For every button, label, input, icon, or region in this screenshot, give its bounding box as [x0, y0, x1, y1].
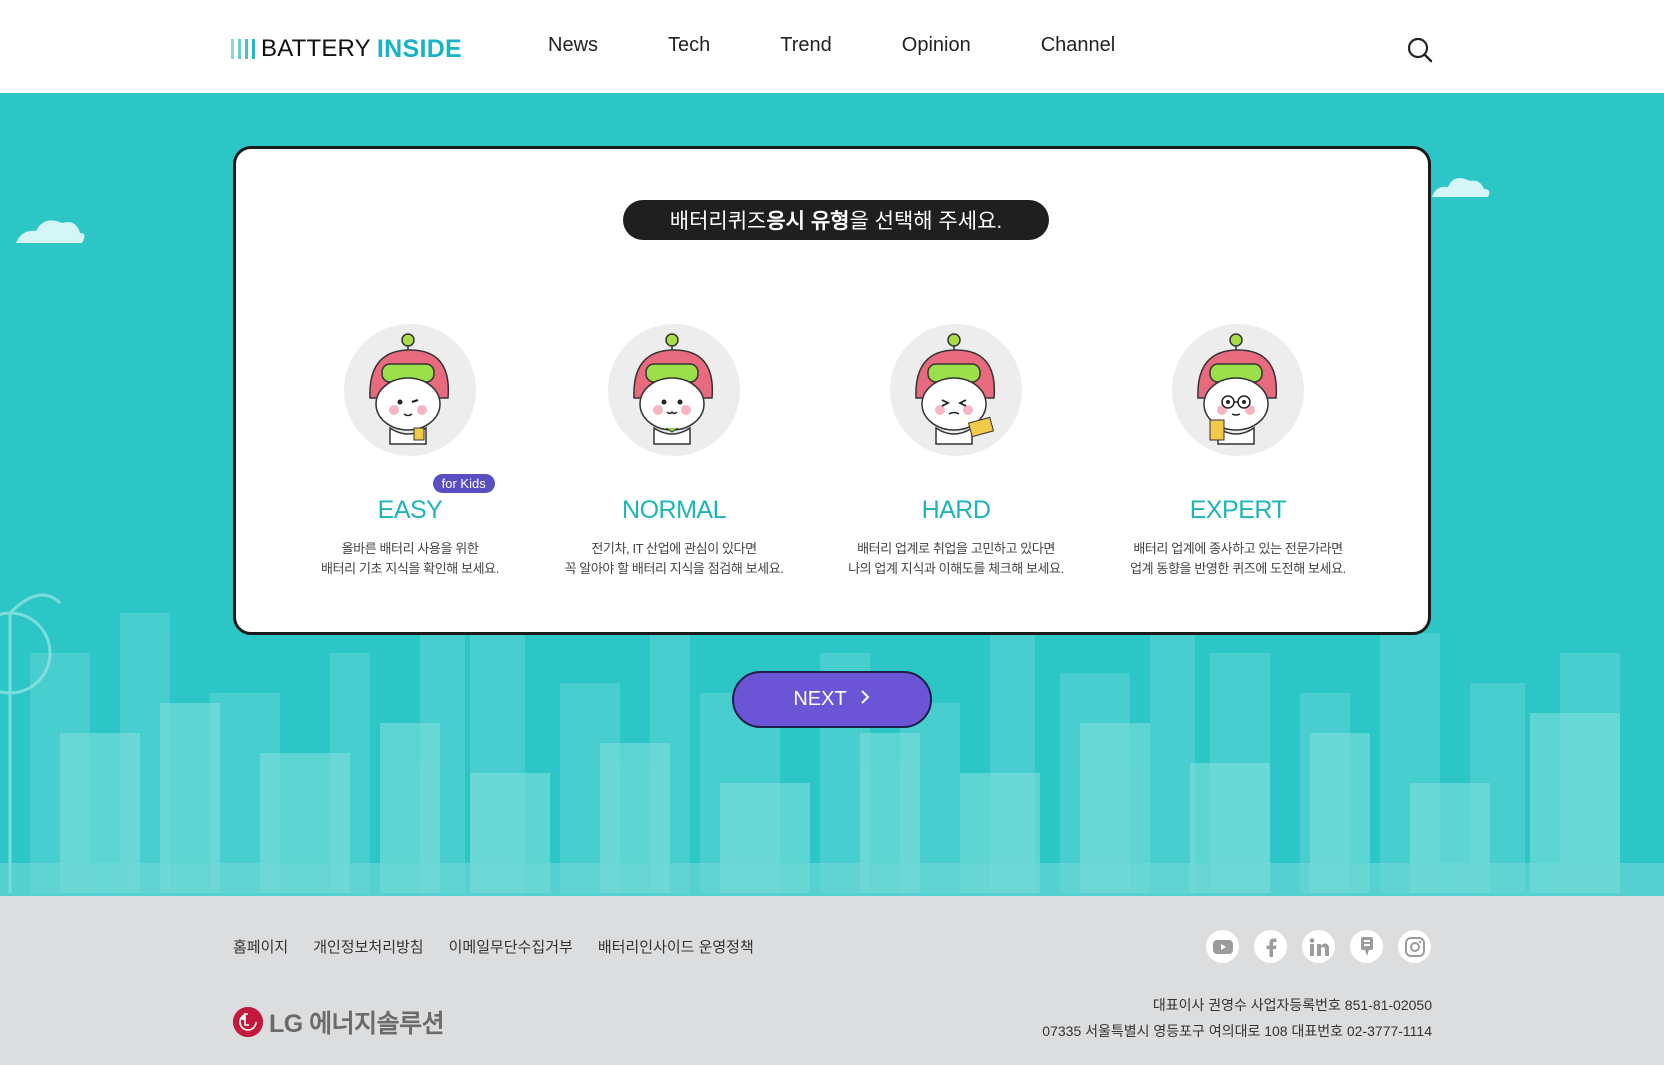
option-expert-desc: 배터리 업계에 종사하고 있는 전문가라면 업계 동향을 반영한 퀴즈에 도전해…	[1108, 539, 1368, 579]
option-expert[interactable]: EXPERT 배터리 업계에 종사하고 있는 전문가라면 업계 동향을 반영한 …	[1108, 324, 1368, 579]
social-links	[1206, 930, 1431, 963]
instagram-icon[interactable]	[1398, 930, 1431, 963]
normal-desc-line2: 꼭 알아야 할 배터리 지식을 점검해 보세요.	[564, 561, 784, 576]
quiz-type-card: 배터리퀴즈 응시 유형 을 선택해 주세요. EASY for Kids 올바른 …	[233, 146, 1431, 635]
option-normal[interactable]: NORMAL 전기차, IT 산업에 관심이 있다면 꼭 알아야 할 배터리 지…	[544, 324, 804, 579]
easy-character-icon	[344, 324, 476, 456]
company-info-line1: 대표이사 권영수 사업자등록번호 851-81-02050	[1152, 997, 1432, 1013]
option-easy[interactable]: EASY for Kids 올바른 배터리 사용을 위한 배터리 기초 지식을 …	[280, 324, 540, 579]
hard-character-icon	[890, 324, 1022, 456]
nav-channel[interactable]: Channel	[1041, 34, 1116, 57]
nav-tech[interactable]: Tech	[668, 34, 710, 57]
footer-link-homepage[interactable]: 홈페이지	[233, 936, 288, 957]
option-hard-title: HARD	[921, 496, 991, 524]
prompt-text-before: 배터리퀴즈	[669, 210, 767, 233]
chevron-right-icon	[859, 688, 871, 711]
site-footer: 홈페이지 개인정보처리방침 이메일무단수집거부 배터리인사이드 운영정책 LG …	[0, 896, 1664, 1065]
footer-link-privacy[interactable]: 개인정보처리방침	[313, 936, 423, 957]
expert-character-icon	[1172, 324, 1304, 456]
site-header: BATTERY INSIDE News Tech Trend Opinion C…	[0, 0, 1664, 93]
hard-desc-line1: 배터리 업계로 취업을 고민하고 있다면	[857, 541, 1055, 556]
lg-brand-text: LG 에너지솔루션	[269, 1010, 445, 1038]
blog-icon[interactable]	[1350, 930, 1383, 963]
footer-links: 홈페이지 개인정보처리방침 이메일무단수집거부 배터리인사이드 운영정책	[233, 936, 779, 957]
option-hard-desc: 배터리 업계로 취업을 고민하고 있다면 나의 업계 지식과 이해도를 체크해 …	[826, 539, 1086, 579]
prompt-text-bold: 응시 유형	[766, 210, 850, 233]
option-easy-title: EASY for Kids	[377, 474, 495, 525]
option-expert-title: EXPERT	[1189, 496, 1287, 524]
battery-inside-logo[interactable]: BATTERY INSIDE	[231, 34, 462, 64]
logo-bars-icon	[231, 39, 255, 59]
easy-title-text: EASY	[377, 496, 443, 524]
facebook-icon[interactable]	[1254, 930, 1287, 963]
company-info: 대표이사 권영수 사업자등록번호 851-81-02050 07335 서울특별…	[1042, 992, 1432, 1044]
footer-link-no-email[interactable]: 이메일무단수집거부	[449, 936, 573, 957]
logo-text-inside: INSIDE	[376, 34, 463, 63]
nav-news[interactable]: News	[548, 34, 598, 57]
lg-logo-icon	[233, 1007, 263, 1037]
for-kids-badge: for Kids	[432, 474, 495, 493]
option-normal-title: NORMAL	[622, 496, 726, 524]
option-easy-desc: 올바른 배터리 사용을 위한 배터리 기초 지식을 확인해 보세요.	[280, 539, 540, 579]
option-normal-desc: 전기차, IT 산업에 관심이 있다면 꼭 알아야 할 배터리 지식을 점검해 …	[544, 539, 804, 579]
nav-opinion[interactable]: Opinion	[902, 34, 971, 57]
logo-text-battery: BATTERY	[261, 35, 371, 62]
lg-energy-solution-logo[interactable]: LG 에너지솔루션	[233, 1004, 445, 1040]
expert-desc-line2: 업계 동향을 반영한 퀴즈에 도전해 보세요.	[1130, 561, 1346, 576]
youtube-icon[interactable]	[1206, 930, 1239, 963]
easy-desc-line1: 올바른 배터리 사용을 위한	[341, 541, 479, 556]
next-button-label: NEXT	[793, 688, 847, 710]
easy-desc-line2: 배터리 기초 지식을 확인해 보세요.	[321, 561, 499, 576]
nav-trend[interactable]: Trend	[780, 34, 832, 57]
option-hard[interactable]: HARD 배터리 업계로 취업을 고민하고 있다면 나의 업계 지식과 이해도를…	[826, 324, 1086, 579]
quiz-prompt-banner: 배터리퀴즈 응시 유형 을 선택해 주세요.	[623, 200, 1049, 240]
search-icon[interactable]	[1405, 35, 1435, 65]
linkedin-icon[interactable]	[1302, 930, 1335, 963]
main-nav: News Tech Trend Opinion Channel	[548, 34, 1115, 57]
normal-desc-line1: 전기차, IT 산업에 관심이 있다면	[591, 541, 757, 556]
prompt-text-after: 을 선택해 주세요.	[849, 210, 1003, 233]
next-button[interactable]: NEXT	[732, 671, 932, 728]
company-info-line2: 07335 서울특별시 영등포구 여의대로 108 대표번호 02-3777-1…	[1042, 1023, 1432, 1039]
footer-link-policy[interactable]: 배터리인사이드 운영정책	[598, 936, 754, 957]
normal-character-icon	[608, 324, 740, 456]
hard-desc-line2: 나의 업계 지식과 이해도를 체크해 보세요.	[848, 561, 1064, 576]
expert-desc-line1: 배터리 업계에 종사하고 있는 전문가라면	[1133, 541, 1343, 556]
